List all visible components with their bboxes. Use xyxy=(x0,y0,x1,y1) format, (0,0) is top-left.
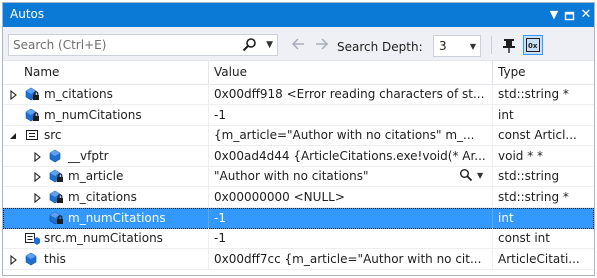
variable-value[interactable]: -1 xyxy=(214,231,492,245)
search-input[interactable]: Search (Ctrl+E) ▼ xyxy=(8,34,278,56)
search-depth-value: 3 xyxy=(439,39,447,53)
autos-window: Autos ▼ ✕ Search (Ctrl+E) ▼ Search Depth… xyxy=(2,2,595,276)
field-icon xyxy=(24,251,40,267)
variable-value[interactable]: "Author with no citations" xyxy=(214,169,492,183)
variable-value[interactable]: 0x00dff918 <Error reading characters of … xyxy=(214,87,492,101)
private-field-icon xyxy=(48,168,64,184)
toolbar-separator xyxy=(491,36,492,54)
variable-name: m_citations xyxy=(44,87,113,101)
variable-type: const Articl... xyxy=(498,128,577,142)
search-depth-label: Search Depth: xyxy=(337,40,423,54)
tree-row[interactable]: m_numCitations -1 int xyxy=(3,105,594,126)
local-variable-icon xyxy=(24,127,40,143)
column-divider xyxy=(208,249,209,269)
arrow-right-icon[interactable] xyxy=(314,36,330,52)
tree-row[interactable]: __vfptr 0x00ad4d44 {ArticleCitations.exe!… xyxy=(3,146,594,167)
column-divider xyxy=(208,228,209,248)
search-options-chevron-icon[interactable]: ▼ xyxy=(266,37,273,53)
window-title: Autos xyxy=(10,7,45,21)
tree-row[interactable]: m_article "Author with no citations" ▼ std:… xyxy=(3,166,594,187)
column-header-value[interactable]: Value xyxy=(214,65,247,79)
private-field-icon xyxy=(24,107,40,123)
expand-arrow-icon[interactable] xyxy=(32,192,42,204)
field-icon xyxy=(48,148,64,164)
column-divider xyxy=(492,125,493,145)
private-field-icon xyxy=(24,86,40,102)
column-divider[interactable] xyxy=(492,61,493,84)
chevron-down-icon[interactable]: ▼ xyxy=(546,6,562,23)
variable-value[interactable]: 0x00dff7cc {m_article="Author with no ci… xyxy=(214,252,492,266)
column-header-name[interactable]: Name xyxy=(24,65,59,79)
svg-text:0x: 0x xyxy=(528,42,538,50)
variable-value[interactable]: -1 xyxy=(214,108,492,122)
variable-name: this xyxy=(44,252,66,266)
hexadecimal-display-icon[interactable]: 0x xyxy=(523,35,543,55)
variable-type: int xyxy=(498,108,514,122)
tree-row[interactable]: this 0x00dff7cc {m_article="Author with n… xyxy=(3,249,594,270)
variable-value[interactable]: 0x00000000 <NULL> xyxy=(214,190,492,204)
expand-arrow-icon[interactable] xyxy=(32,151,42,163)
column-header-type[interactable]: Type xyxy=(498,65,526,79)
variable-type: std::string xyxy=(498,169,560,183)
column-divider xyxy=(208,146,209,166)
tree-row[interactable]: src.m_numCitations -1 const int xyxy=(3,228,594,249)
column-divider xyxy=(208,166,209,186)
column-divider xyxy=(208,208,209,228)
column-divider xyxy=(492,166,493,186)
variable-value[interactable]: -1 xyxy=(214,211,492,225)
chevron-down-icon: ▼ xyxy=(469,42,476,51)
column-divider xyxy=(492,105,493,125)
search-placeholder: Search (Ctrl+E) xyxy=(13,38,107,52)
column-divider xyxy=(208,125,209,145)
variable-type: std::string * xyxy=(498,87,569,101)
column-divider xyxy=(492,228,493,248)
variable-name: m_article xyxy=(68,169,124,183)
search-icon[interactable] xyxy=(241,37,257,53)
variable-name: __vfptr xyxy=(68,149,109,163)
close-icon[interactable]: ✕ xyxy=(578,6,594,23)
column-divider[interactable] xyxy=(208,61,209,84)
expand-arrow-icon[interactable] xyxy=(8,254,18,266)
variable-type: const int xyxy=(498,231,550,245)
column-divider xyxy=(208,105,209,125)
tree-row[interactable]: m_numCitations -1 int xyxy=(3,208,594,229)
variable-name: m_numCitations xyxy=(68,211,166,225)
restore-window-icon[interactable] xyxy=(562,6,578,23)
tree-row[interactable]: m_citations 0x00dff918 <Error reading cha… xyxy=(3,84,594,105)
expand-arrow-icon[interactable] xyxy=(32,171,42,183)
variable-name: src.m_numCitations xyxy=(44,231,163,245)
chevron-down-icon[interactable]: ▼ xyxy=(477,168,483,184)
variable-type: void * * xyxy=(498,149,544,163)
variable-type: ArticleCitati... xyxy=(498,252,580,266)
variable-name: m_numCitations xyxy=(44,108,142,122)
magnifier-visualizer-icon[interactable] xyxy=(459,168,473,182)
expression-icon xyxy=(24,230,40,246)
variable-type: int xyxy=(498,211,514,225)
column-header: Name Value Type xyxy=(3,60,594,85)
title-bar: Autos ▼ ✕ xyxy=(3,3,594,27)
arrow-left-icon[interactable] xyxy=(290,36,306,52)
variable-value[interactable]: 0x00ad4d44 {ArticleCitations.exe!void(* … xyxy=(214,149,492,163)
column-divider xyxy=(208,187,209,207)
search-depth-select[interactable]: 3 ▼ xyxy=(433,35,481,57)
tree-row[interactable]: m_citations 0x00000000 <NULL> std::string … xyxy=(3,187,594,208)
variable-name: src xyxy=(44,128,62,142)
pin-icon[interactable] xyxy=(499,35,519,55)
column-divider xyxy=(492,208,493,228)
column-divider xyxy=(492,187,493,207)
column-divider xyxy=(208,84,209,104)
private-field-icon xyxy=(48,189,64,205)
column-divider xyxy=(492,84,493,104)
variable-value[interactable]: {m_article="Author with no citations" m_… xyxy=(214,128,492,142)
collapse-arrow-icon[interactable] xyxy=(8,130,18,140)
private-field-icon xyxy=(48,210,64,226)
variable-type: std::string * xyxy=(498,190,569,204)
column-divider xyxy=(492,249,493,269)
variable-name: m_citations xyxy=(68,190,137,204)
tree-row[interactable]: src {m_article="Author with no citations"… xyxy=(3,125,594,146)
toolbar: Search (Ctrl+E) ▼ Search Depth: 3 ▼ 0x xyxy=(3,27,594,60)
column-divider xyxy=(492,146,493,166)
expand-arrow-icon[interactable] xyxy=(8,89,18,101)
